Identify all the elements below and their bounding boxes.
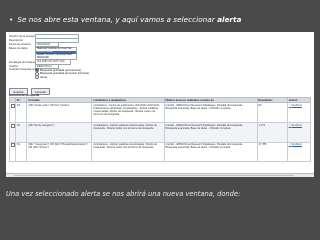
row-limiters: Limitadores - Fecha de publicación: 2012… bbox=[91, 102, 165, 123]
row-query: (MH "Caregivers") OR (MH "Physical Exami… bbox=[26, 141, 93, 163]
row-query: (AB "family caregiver") bbox=[26, 121, 93, 143]
embedded-screenshot: Nombre de la búsqueda Descripción Fecha … bbox=[6, 32, 314, 177]
table-row: S3 (AB "stroke care") OR (SU "stroke") L… bbox=[9, 102, 312, 123]
field-label: Nombre de la búsqueda bbox=[9, 34, 35, 38]
modify-link[interactable]: ✎Modificar bbox=[289, 143, 302, 146]
row-sources: Interfaz - EBSCOhost Research Databases.… bbox=[163, 121, 258, 143]
modify-label: Modificar bbox=[291, 104, 302, 108]
row-sources: Interfaz - EBSCOhost Research Databases.… bbox=[163, 141, 258, 163]
row-results: 82 bbox=[256, 102, 288, 123]
row-action: ✎Modificar bbox=[286, 141, 312, 163]
field-label: Guardar búsqueda como bbox=[9, 68, 35, 72]
field-label: Descripción bbox=[9, 38, 24, 42]
radio-unchecked-icon[interactable] bbox=[35, 75, 39, 80]
row-limiters: Ampliadores - Aplicar palabras relaciona… bbox=[91, 121, 165, 143]
bullet-text: Se nos abre esta ventana, y aquí vamos a… bbox=[17, 15, 215, 24]
search-history-table: N.º Consulta Limitadores y ampliadores Ú… bbox=[9, 96, 312, 163]
radio-label: Búsqueda guardada (temporal, 24 horas) bbox=[40, 72, 90, 76]
field-label: Fecha de creación bbox=[9, 43, 32, 47]
row-sources: Interfaz - EBSCOhost Research Databases.… bbox=[163, 102, 258, 123]
row-number: S1 bbox=[14, 141, 28, 163]
row-checkbox[interactable] bbox=[11, 123, 15, 128]
horizontal-scrollbar[interactable] bbox=[6, 173, 314, 177]
row-number: S3 bbox=[14, 102, 28, 123]
row-number: S2 bbox=[14, 121, 28, 143]
modify-link[interactable]: ✎Modificar bbox=[289, 124, 302, 127]
row-action: ✎Modificar bbox=[286, 121, 312, 143]
row-checkbox[interactable] bbox=[11, 104, 15, 109]
save-search-form: Nombre de la búsqueda Descripción Fecha … bbox=[9, 33, 129, 80]
database-listbox[interactable]: National Institute for Fuel Tec EBSCO Ho… bbox=[35, 46, 77, 61]
scrollbar-thumb[interactable] bbox=[14, 174, 294, 177]
bullet-emphasis: alerta bbox=[217, 15, 242, 24]
field-row-save-as: Guardar búsqueda como Búsqueda guardada … bbox=[9, 68, 129, 80]
row-results: 1,173 bbox=[256, 121, 288, 143]
table-row: S1 (MH "Caregivers") OR (MH "Physical Ex… bbox=[9, 141, 312, 163]
field-row-databases: Bases de datos National Institute for Fu… bbox=[9, 46, 129, 61]
modify-label: Modificar bbox=[291, 143, 302, 147]
field-label: Bases de datos bbox=[9, 46, 28, 50]
bullet-dot-icon: • bbox=[9, 15, 14, 24]
row-checkbox[interactable] bbox=[11, 143, 15, 148]
modify-link[interactable]: ✎Modificar bbox=[289, 104, 302, 107]
slide-bullet: • Se nos abre esta ventana, y aquí vamos … bbox=[9, 15, 309, 24]
row-action: ✎Modificar bbox=[286, 102, 312, 123]
row-query: (AB "stroke care") OR (SU "stroke") bbox=[26, 102, 93, 123]
radio-alerta[interactable]: Alerta bbox=[35, 75, 89, 80]
radio-label: Alerta bbox=[40, 75, 48, 79]
modify-label: Modificar bbox=[291, 123, 302, 127]
row-limiters: Ampliadores - Aplicar palabras relaciona… bbox=[91, 141, 165, 163]
save-as-radio-group: Búsqueda guardada (permanente) Búsqueda … bbox=[35, 68, 90, 80]
slide-caption: Una vez seleccionado alerta se nos abrir… bbox=[6, 190, 241, 198]
field-label: Estrategia de búsqueda bbox=[9, 60, 35, 64]
field-label: Interfaz bbox=[9, 64, 18, 68]
row-results: 17,785 bbox=[256, 141, 288, 163]
table-row: S2 (AB "family caregiver") Ampliadores -… bbox=[9, 121, 312, 143]
